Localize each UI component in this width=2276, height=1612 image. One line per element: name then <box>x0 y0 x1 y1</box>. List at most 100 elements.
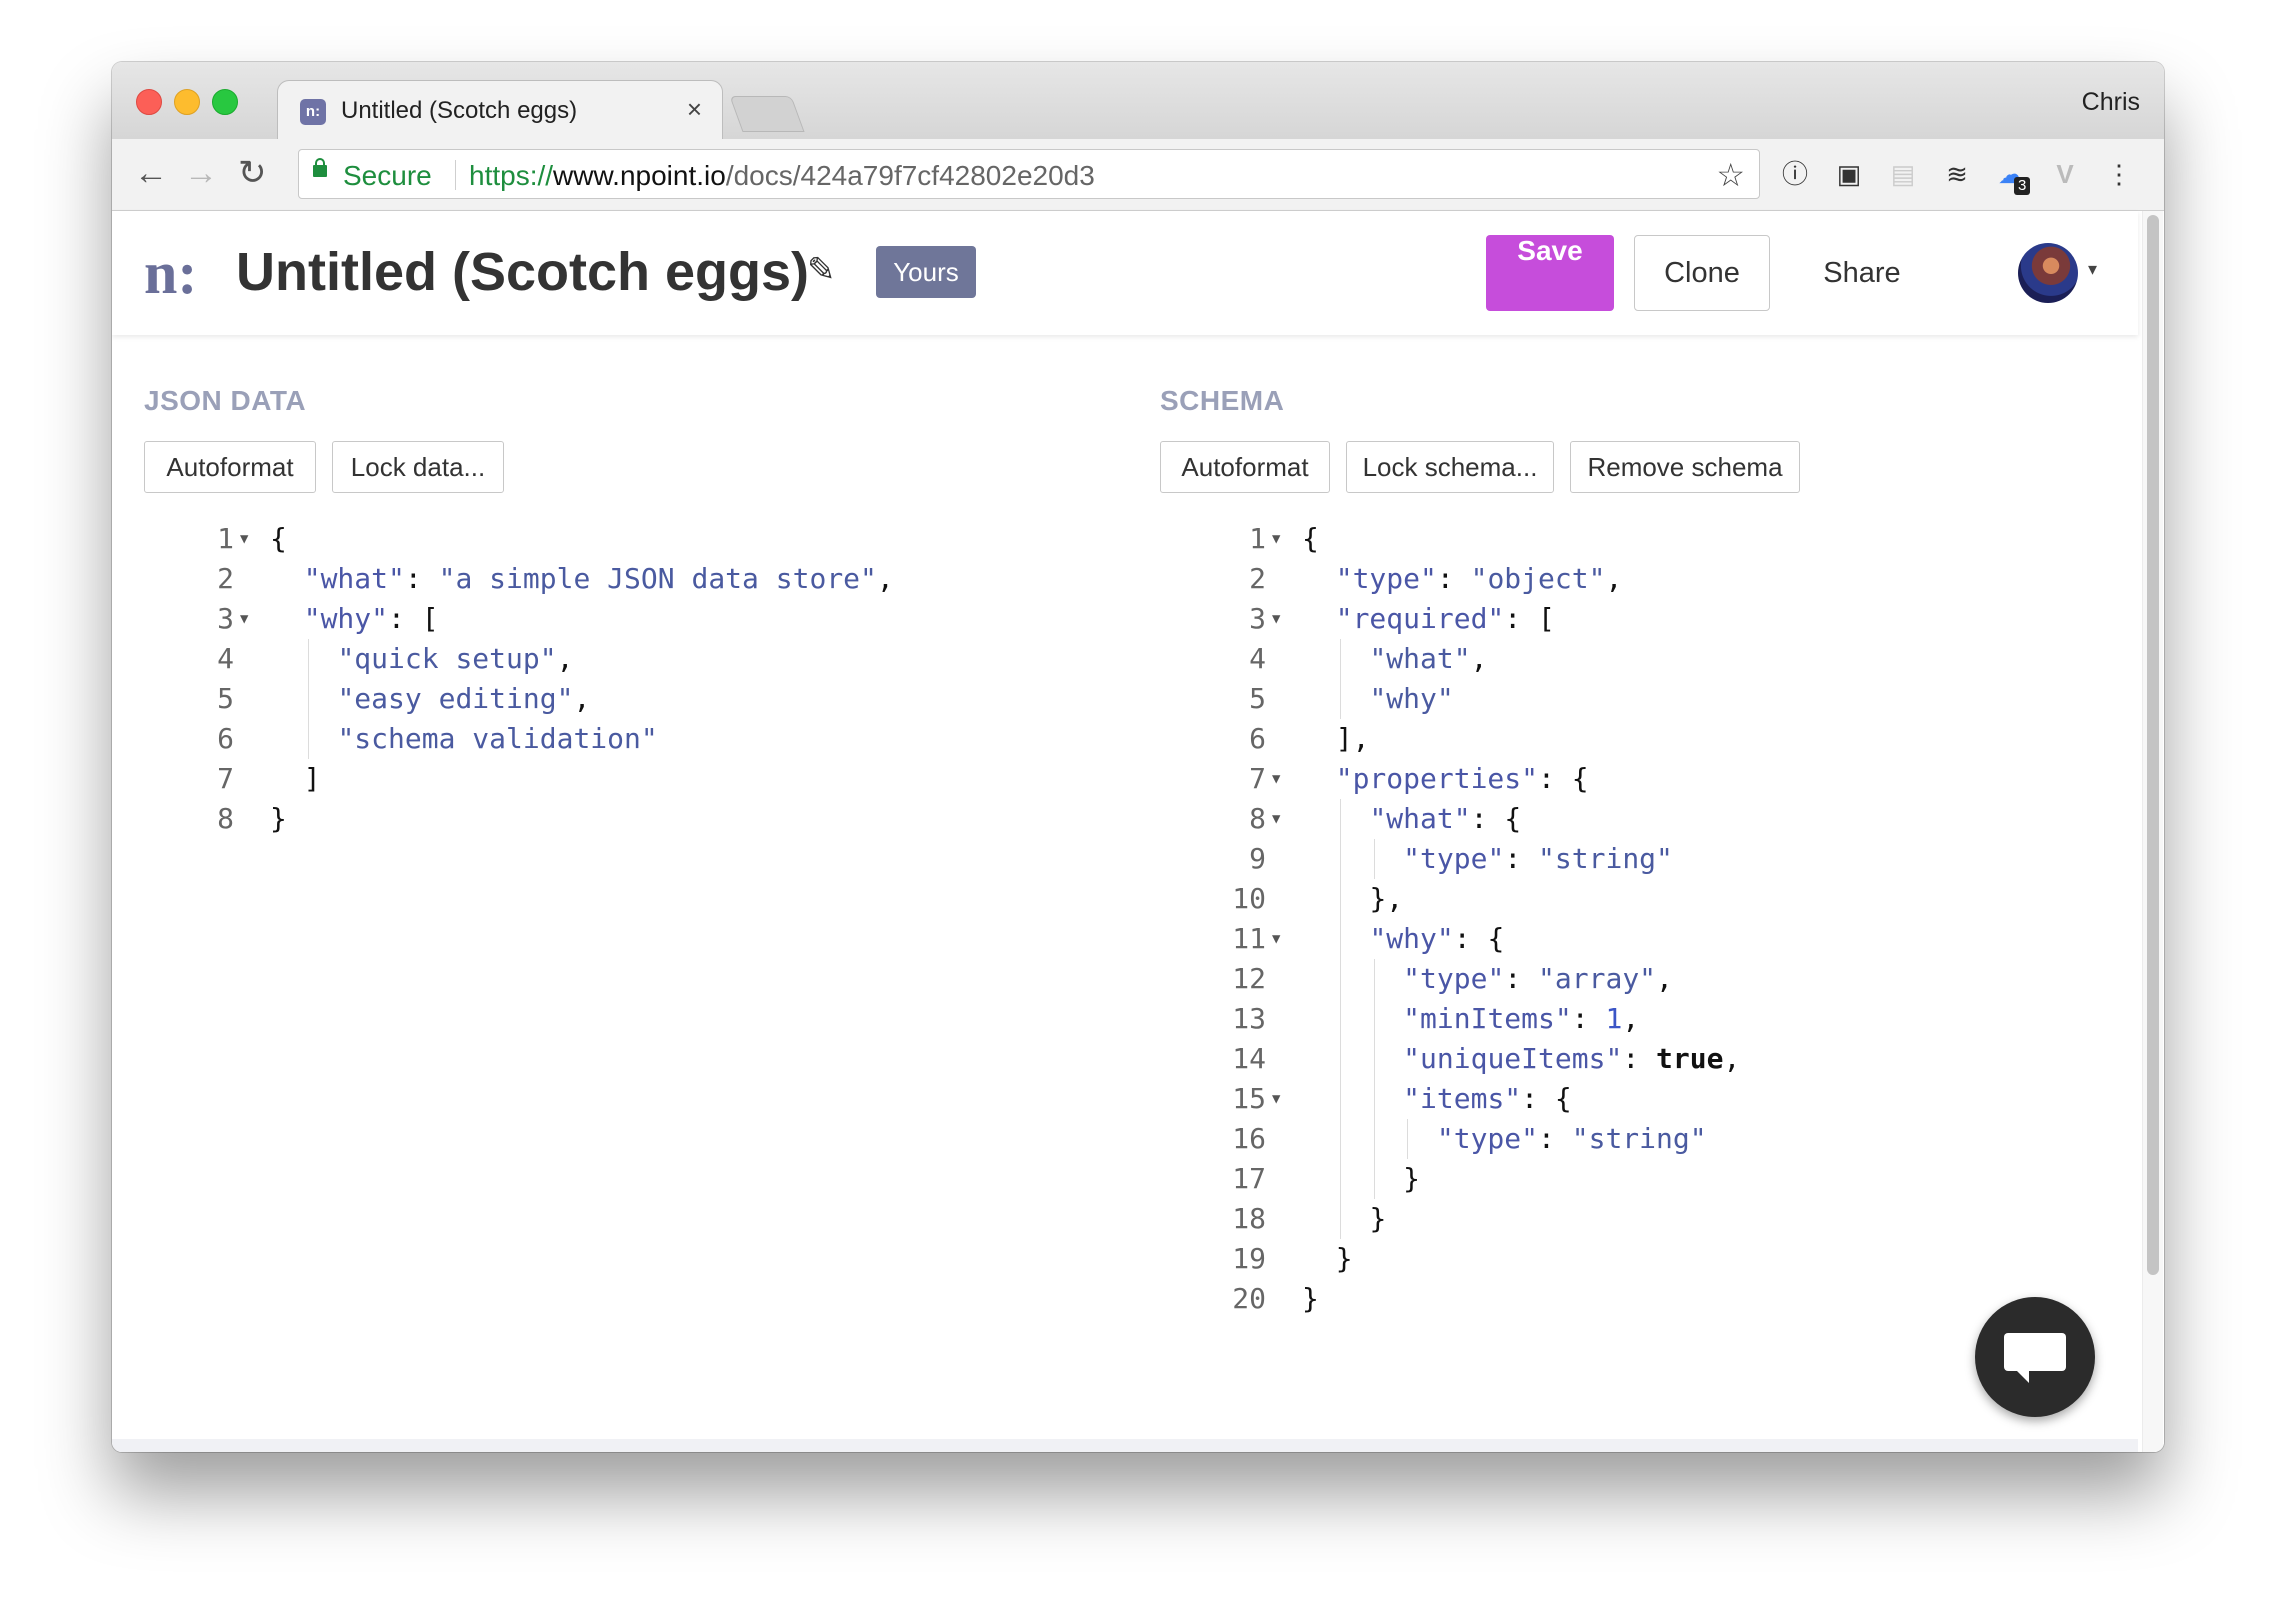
browser-tab[interactable]: n: Untitled (Scotch eggs) × <box>277 80 723 139</box>
code-line[interactable]: 7 ▼ "properties": { <box>1206 759 2106 799</box>
close-window-button[interactable] <box>136 89 162 115</box>
remove-schema-button[interactable]: Remove schema <box>1570 441 1800 493</box>
url-host: www.npoint.io <box>553 160 726 191</box>
npoint-logo[interactable]: n: <box>144 239 197 308</box>
maximize-window-button[interactable] <box>212 89 238 115</box>
code-line[interactable]: 10 }, <box>1206 879 2106 919</box>
line-number: 10 <box>1232 882 1266 915</box>
code-text: "type": "object", <box>1335 562 1623 595</box>
code-line[interactable]: 8} <box>174 799 1074 839</box>
chat-bubble-tail <box>2015 1369 2029 1383</box>
user-avatar[interactable] <box>2018 243 2078 303</box>
fold-toggle-icon[interactable]: ▼ <box>1272 759 1280 799</box>
code-line[interactable]: 4 "what", <box>1206 639 2106 679</box>
json-data-editor[interactable]: 1 ▼{2 "what": "a simple JSON data store",… <box>174 519 1074 839</box>
bookmark-star-icon[interactable]: ☆ <box>1716 156 1745 194</box>
code-line[interactable]: 15 ▼ "items": { <box>1206 1079 2106 1119</box>
line-number: 3 <box>1249 602 1266 635</box>
fold-toggle-icon[interactable]: ▼ <box>240 519 248 559</box>
code-line[interactable]: 12 "type": "array", <box>1206 959 2106 999</box>
schema-editor[interactable]: 1 ▼{2 "type": "object", 3 ▼ "required": [4 … <box>1206 519 2106 1319</box>
code-text: } <box>270 802 287 835</box>
document-title[interactable]: Untitled (Scotch eggs) <box>236 241 809 303</box>
code-line[interactable]: 17 } <box>1206 1159 2106 1199</box>
line-number: 17 <box>1232 1162 1266 1195</box>
vue-devtools-icon[interactable]: V <box>2048 157 2082 191</box>
code-line[interactable]: 20} <box>1206 1279 2106 1319</box>
fold-toggle-icon[interactable]: ▼ <box>1272 1079 1280 1119</box>
caret-down-icon[interactable]: ▾ <box>2088 259 2097 280</box>
minimize-window-button[interactable] <box>174 89 200 115</box>
code-line[interactable]: 2 "what": "a simple JSON data store", <box>174 559 1074 599</box>
code-line[interactable]: 6 ], <box>1206 719 2106 759</box>
tab-close-icon[interactable]: × <box>687 94 702 125</box>
code-line[interactable]: 2 "type": "object", <box>1206 559 2106 599</box>
line-number: 20 <box>1232 1282 1266 1315</box>
buffer-icon[interactable]: ≋ <box>1940 157 1974 191</box>
document-icon[interactable]: ▤ <box>1886 157 1920 191</box>
ghostery-icon[interactable]: ☁ 3 <box>1994 157 2031 195</box>
fold-toggle-icon[interactable]: ▼ <box>1272 919 1280 959</box>
code-text: "minItems": 1, <box>1403 1002 1640 1035</box>
code-line[interactable]: 6 "schema validation" <box>174 719 1074 759</box>
code-line[interactable]: 3 ▼ "why": [ <box>174 599 1074 639</box>
lock-data-button[interactable]: Lock data... <box>332 441 504 493</box>
secure-label: Secure <box>343 160 432 191</box>
line-number: 5 <box>217 682 234 715</box>
reload-icon[interactable]: ↻ <box>238 153 267 193</box>
code-line[interactable]: 4 "quick setup", <box>174 639 1074 679</box>
code-line[interactable]: 18 } <box>1206 1199 2106 1239</box>
schema-autoformat-button[interactable]: Autoformat <box>1160 441 1330 493</box>
chat-button[interactable] <box>1975 1297 2095 1417</box>
line-number: 15 <box>1232 1082 1266 1115</box>
profile-name[interactable]: Chris <box>2082 88 2140 117</box>
code-line[interactable]: 7 ] <box>174 759 1074 799</box>
url-path: /docs/424a79f7cf42802e20d3 <box>725 160 1095 191</box>
new-tab-button[interactable] <box>729 96 805 132</box>
code-line[interactable]: 5 "easy editing", <box>174 679 1074 719</box>
code-line[interactable]: 11 ▼ "why": { <box>1206 919 2106 959</box>
address-separator <box>455 160 456 190</box>
code-line[interactable]: 16 "type": "string" <box>1206 1119 2106 1159</box>
back-arrow-icon[interactable]: ← <box>134 153 168 193</box>
code-text: } <box>1335 1242 1353 1275</box>
forward-arrow-icon[interactable]: → <box>184 153 218 193</box>
line-number: 1 <box>217 522 234 555</box>
url-text[interactable]: https://www.npoint.io/docs/424a79f7cf428… <box>469 160 1095 192</box>
share-button[interactable]: Share <box>1792 235 1932 311</box>
save-button[interactable]: Save <box>1486 235 1614 311</box>
code-line[interactable]: 5 "why" <box>1206 679 2106 719</box>
lock-schema-button[interactable]: Lock schema... <box>1346 441 1554 493</box>
code-text: "items": { <box>1403 1082 1572 1115</box>
code-line[interactable]: 1 ▼ { <box>1206 519 2106 559</box>
line-number: 11 <box>1232 922 1266 955</box>
fold-toggle-icon[interactable]: ▼ <box>1272 799 1280 839</box>
line-number: 4 <box>1249 642 1266 675</box>
address-bar[interactable]: Secure https://www.npoint.io/docs/424a79… <box>298 149 1760 199</box>
app-header: n: Untitled (Scotch eggs) ✎ Yours Save C… <box>112 211 2138 335</box>
line-number: 9 <box>1249 842 1266 875</box>
line-number: 16 <box>1232 1122 1266 1155</box>
vertical-scrollbar[interactable] <box>2142 211 2163 1452</box>
json-autoformat-button[interactable]: Autoformat <box>144 441 316 493</box>
code-line[interactable]: 19 } <box>1206 1239 2106 1279</box>
code-line[interactable]: 13 "minItems": 1, <box>1206 999 2106 1039</box>
code-text: "quick setup", <box>337 642 574 675</box>
fold-toggle-icon[interactable]: ▼ <box>1272 519 1280 559</box>
menu-kebab-icon[interactable]: ⋮ <box>2102 157 2136 191</box>
scrollbar-thumb[interactable] <box>2147 215 2159 1275</box>
fold-toggle-icon[interactable]: ▼ <box>240 599 248 639</box>
code-line[interactable]: 14 "uniqueItems": true, <box>1206 1039 2106 1079</box>
code-text: ], <box>1335 722 1370 755</box>
fold-toggle-icon[interactable]: ▼ <box>1272 599 1280 639</box>
code-line[interactable]: 9 "type": "string" <box>1206 839 2106 879</box>
code-line[interactable]: 1 ▼ { <box>174 519 1074 559</box>
pencil-edit-icon[interactable]: ✎ <box>807 250 836 290</box>
code-text: "uniqueItems": true, <box>1403 1042 1741 1075</box>
clone-button[interactable]: Clone <box>1634 235 1770 311</box>
code-line[interactable]: 3 ▼ "required": [ <box>1206 599 2106 639</box>
onepassword-icon[interactable]: ⓘ <box>1778 157 1812 191</box>
clipper-icon[interactable]: ▣ <box>1832 157 1866 191</box>
ownership-badge: Yours <box>876 246 976 298</box>
code-line[interactable]: 8 ▼ "what": { <box>1206 799 2106 839</box>
